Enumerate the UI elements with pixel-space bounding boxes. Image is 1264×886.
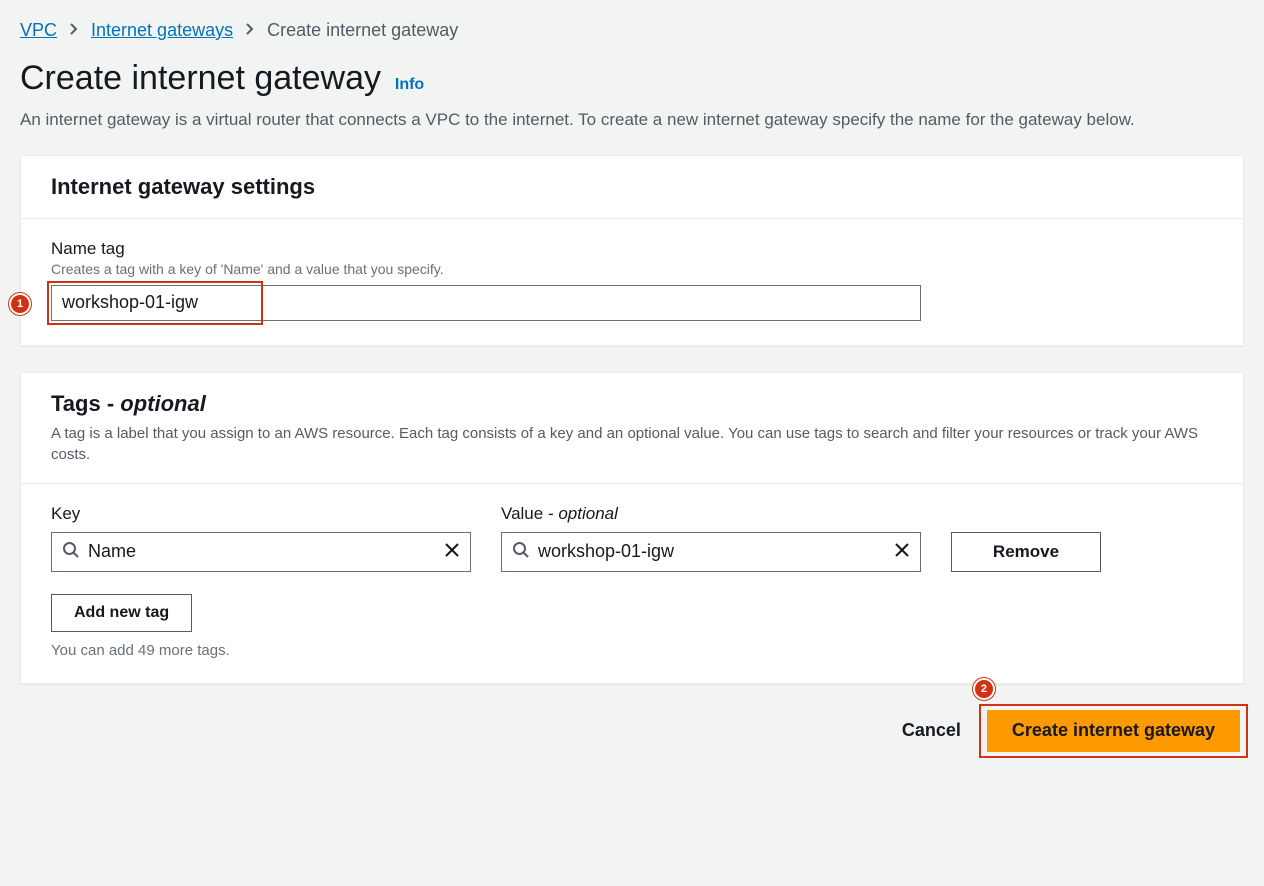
breadcrumb-current: Create internet gateway	[267, 20, 458, 41]
name-tag-hint: Creates a tag with a key of 'Name' and a…	[51, 261, 1213, 277]
tag-remove-column: Remove	[951, 532, 1101, 572]
tags-limit-text: You can add 49 more tags.	[51, 642, 1213, 659]
footer-actions: Cancel Create internet gateway 2	[20, 710, 1244, 752]
annotation-badge-1: 1	[9, 293, 31, 315]
breadcrumb-link-vpc[interactable]: VPC	[20, 20, 57, 41]
tag-key-input-wrap[interactable]	[51, 532, 471, 572]
settings-panel-body: Name tag Creates a tag with a key of 'Na…	[21, 219, 1243, 345]
search-icon	[62, 541, 80, 562]
info-link[interactable]: Info	[395, 76, 424, 93]
tags-panel-body: Key Value - optional	[21, 484, 1243, 683]
tags-panel-description: A tag is a label that you assign to an A…	[51, 423, 1213, 465]
page-header: Create internet gateway Info An internet…	[20, 59, 1244, 133]
page-title: Create internet gateway	[20, 59, 381, 97]
page-description: An internet gateway is a virtual router …	[20, 108, 1240, 133]
remove-tag-button[interactable]: Remove	[951, 532, 1101, 572]
clear-value-button[interactable]	[890, 538, 914, 565]
tag-row: Key Value - optional	[51, 504, 1213, 572]
settings-panel-header: Internet gateway settings	[21, 156, 1243, 219]
tag-value-input[interactable]	[530, 541, 890, 562]
tags-panel-header: Tags - optional A tag is a label that yo…	[21, 373, 1243, 484]
add-new-tag-button[interactable]: Add new tag	[51, 594, 192, 632]
tag-key-label: Key	[51, 504, 471, 524]
settings-panel-title: Internet gateway settings	[51, 174, 1213, 200]
settings-panel: Internet gateway settings Name tag Creat…	[20, 155, 1244, 346]
cancel-button[interactable]: Cancel	[896, 719, 967, 742]
search-icon	[512, 541, 530, 562]
name-tag-input[interactable]	[51, 285, 921, 321]
create-internet-gateway-button[interactable]: Create internet gateway	[987, 710, 1240, 752]
tag-value-column: Value - optional	[501, 504, 921, 572]
chevron-right-icon	[69, 20, 79, 41]
tag-key-input[interactable]	[80, 541, 440, 562]
tag-value-label-main: Value -	[501, 504, 558, 523]
tags-panel: Tags - optional A tag is a label that yo…	[20, 372, 1244, 684]
breadcrumb-link-internet-gateways[interactable]: Internet gateways	[91, 20, 233, 41]
tag-value-label-optional: optional	[558, 504, 618, 523]
tags-panel-title: Tags - optional	[51, 391, 1213, 417]
chevron-right-icon	[245, 20, 255, 41]
tag-value-input-wrap[interactable]	[501, 532, 921, 572]
breadcrumb: VPC Internet gateways Create internet ga…	[20, 20, 1244, 41]
tags-title-main: Tags -	[51, 391, 120, 416]
name-tag-label: Name tag	[51, 239, 1213, 259]
tag-key-column: Key	[51, 504, 471, 572]
clear-key-button[interactable]	[440, 538, 464, 565]
tag-value-label: Value - optional	[501, 504, 921, 524]
close-icon	[894, 542, 910, 561]
close-icon	[444, 542, 460, 561]
tags-title-optional: optional	[120, 391, 206, 416]
